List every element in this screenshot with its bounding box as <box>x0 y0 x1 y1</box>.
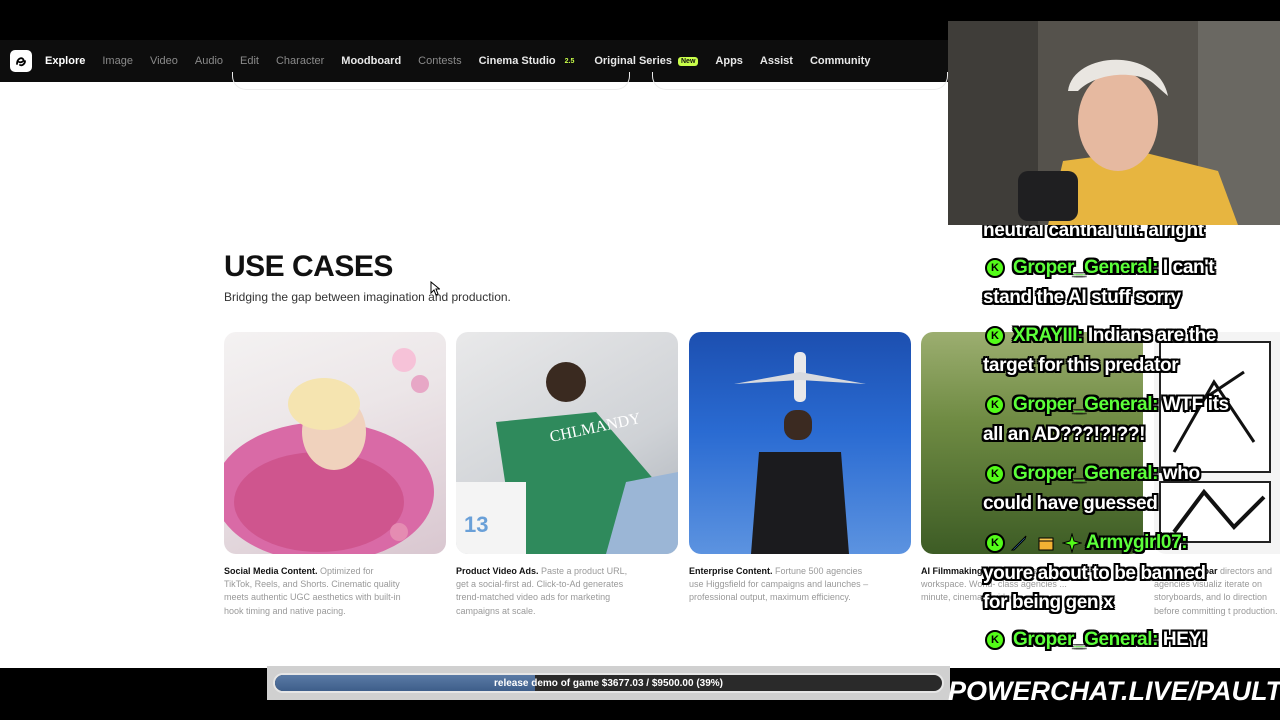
chat-message-cont: stand the AI stuff sorry <box>983 287 1181 308</box>
nav-item-image[interactable]: Image <box>102 55 133 67</box>
goal-progress-bar: release demo of game $3677.03 / $9500.00… <box>273 673 944 693</box>
nav-item-character[interactable]: Character <box>276 55 324 67</box>
nav-item-label: Character <box>275 55 325 67</box>
use-cases-subtitle: Bridging the gap between imagination and… <box>224 290 511 304</box>
chat-message: Groper_General: who <box>1013 463 1200 484</box>
streamer-webcam <box>948 21 1280 225</box>
nav-item-moodboard[interactable]: Moodboard <box>341 55 401 67</box>
product-video-card-text: Product Video Ads. Paste a product URL, … <box>456 566 628 616</box>
nav-item-label: Contests <box>418 55 462 67</box>
stream-brand-url: POWERCHAT.LIVE/PAULTOWN <box>948 676 1280 706</box>
nav-item-label: Community <box>809 55 871 67</box>
nav-item-label: Moodboard <box>341 55 402 67</box>
kick-icon: K <box>985 258 1005 278</box>
chat-message: Groper_General: I can't <box>1013 257 1215 278</box>
nav-item-community[interactable]: Community <box>810 55 871 67</box>
nav-item-cinema-studio[interactable]: Cinema Studio 2.5 <box>479 55 578 67</box>
nav-item-label: Image <box>102 55 133 67</box>
chat-message: Groper_General: WTF its <box>1013 394 1229 415</box>
nav-item-label: Apps <box>715 55 743 67</box>
nav-item-label: Edit <box>240 55 259 67</box>
kick-icon: K <box>985 464 1005 484</box>
nav-item-explore[interactable]: Explore <box>45 55 85 67</box>
nav-item-edit[interactable]: Edit <box>240 55 259 67</box>
stream-chat: neutral canthal tilt. alright K Groper_G… <box>948 225 1280 680</box>
enterprise-card-text: Enterprise Content. Fortune 500 agencies… <box>689 566 869 603</box>
nav-badge: 2.5 <box>564 57 575 65</box>
sword-badge-icon <box>1010 534 1028 552</box>
social-media-card-image[interactable] <box>224 332 446 554</box>
kick-icon: K <box>985 326 1005 346</box>
nav-item-original-series[interactable]: Original Series New <box>594 55 699 67</box>
chat-fragment: neutral canthal tilt. alright <box>983 225 1204 241</box>
nav-item-label: Cinema Studio <box>478 55 556 67</box>
card-remnant-left <box>232 72 630 90</box>
goal-label: release demo of game $3677.03 / $9500.00… <box>493 678 724 689</box>
nav-item-label: Assist <box>759 55 793 67</box>
nav-item-contests[interactable]: Contests <box>418 55 461 67</box>
nav-item-video[interactable]: Video <box>150 55 178 67</box>
chat-message-cont: for being gen x <box>983 592 1114 613</box>
screen: { "nav": { "items": [ {"label": "Explore… <box>0 0 1280 720</box>
svg-text:13: 13 <box>464 512 488 537</box>
chat-message-cont: could have guessed <box>983 493 1158 514</box>
use-cases-title: USE CASES <box>224 250 393 283</box>
nav-item-label: Original Series <box>594 55 672 67</box>
chat-message: Groper_General: HEY! <box>1013 629 1207 650</box>
donation-goal: release demo of game $3677.03 / $9500.00… <box>267 666 950 700</box>
nav-item-assist[interactable]: Assist <box>760 55 793 67</box>
card-remnant-right <box>652 72 948 90</box>
mouse-cursor-icon <box>430 281 440 296</box>
chat-message: Armygirl07: <box>1086 532 1188 553</box>
higgsfield-logo-icon[interactable] <box>10 50 32 72</box>
social-media-card-text: Social Media Content. Optimized for TikT… <box>224 566 401 616</box>
nav-item-label: Video <box>149 55 178 67</box>
sparkle-badge-icon <box>1061 532 1083 554</box>
chat-message-cont: target for this predator <box>983 355 1179 376</box>
kick-icon: K <box>985 533 1005 553</box>
kick-icon: K <box>985 630 1005 650</box>
nav-item-label: Explore <box>45 55 86 67</box>
enterprise-card-image[interactable] <box>689 332 911 554</box>
product-video-card-image[interactable]: CHLMANDY 13 <box>456 332 678 554</box>
kick-icon: K <box>985 395 1005 415</box>
nav-item-label: Audio <box>194 55 224 67</box>
nav-item-apps[interactable]: Apps <box>715 55 743 67</box>
nav-badge: New <box>678 56 699 66</box>
chat-message-cont: all an AD???!?!??! <box>983 424 1146 445</box>
gift-badge-icon <box>1037 534 1055 552</box>
chat-message-cont: youre about to be banned <box>983 563 1206 584</box>
nav-item-audio[interactable]: Audio <box>195 55 223 67</box>
chat-message: XRAYIII: Indians are the <box>1013 325 1217 346</box>
